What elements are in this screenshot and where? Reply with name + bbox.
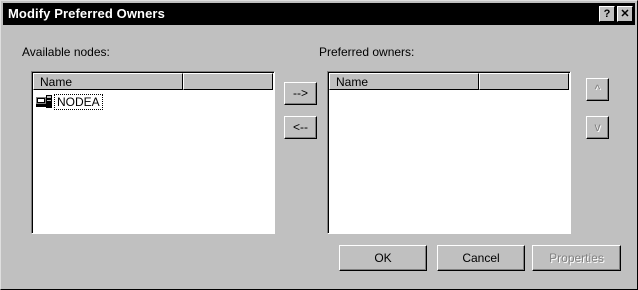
remove-from-preferred-button[interactable]: <-- bbox=[284, 116, 317, 139]
available-empty-column-header[interactable] bbox=[183, 73, 273, 90]
node-name: NODEA bbox=[54, 94, 103, 110]
cancel-button[interactable]: Cancel bbox=[437, 245, 525, 271]
ok-button[interactable]: OK bbox=[339, 245, 427, 271]
preferred-name-column-label: Name bbox=[336, 75, 369, 89]
available-name-column-header[interactable]: Name bbox=[33, 73, 183, 90]
move-up-button[interactable]: ^ bbox=[586, 78, 609, 101]
preferred-owners-label: Preferred owners: bbox=[319, 45, 414, 59]
move-down-button[interactable]: v bbox=[586, 116, 609, 139]
help-button[interactable]: ? bbox=[599, 6, 615, 22]
available-name-column-label: Name bbox=[40, 75, 73, 89]
preferred-owners-label-text: Preferred owners: bbox=[319, 45, 415, 59]
modify-preferred-owners-dialog: Modify Preferred Owners ? ✕ Available no… bbox=[0, 0, 638, 290]
dialog-title: Modify Preferred Owners bbox=[8, 6, 165, 21]
preferred-name-column-header[interactable]: Name bbox=[329, 73, 479, 90]
available-nodes-list[interactable]: Name NODEA bbox=[31, 71, 275, 234]
properties-button[interactable]: Properties bbox=[532, 245, 621, 271]
preferred-empty-column-header[interactable] bbox=[479, 73, 569, 90]
close-button[interactable]: ✕ bbox=[617, 6, 633, 22]
computer-node-icon bbox=[36, 95, 52, 108]
add-to-preferred-button[interactable]: --> bbox=[284, 82, 317, 105]
preferred-owners-list[interactable]: Name bbox=[327, 71, 571, 234]
available-nodes-label: Available nodes: bbox=[22, 45, 110, 59]
title-bar: Modify Preferred Owners ? ✕ bbox=[3, 3, 635, 25]
available-nodes-label-text: Available nodes: bbox=[22, 45, 110, 59]
